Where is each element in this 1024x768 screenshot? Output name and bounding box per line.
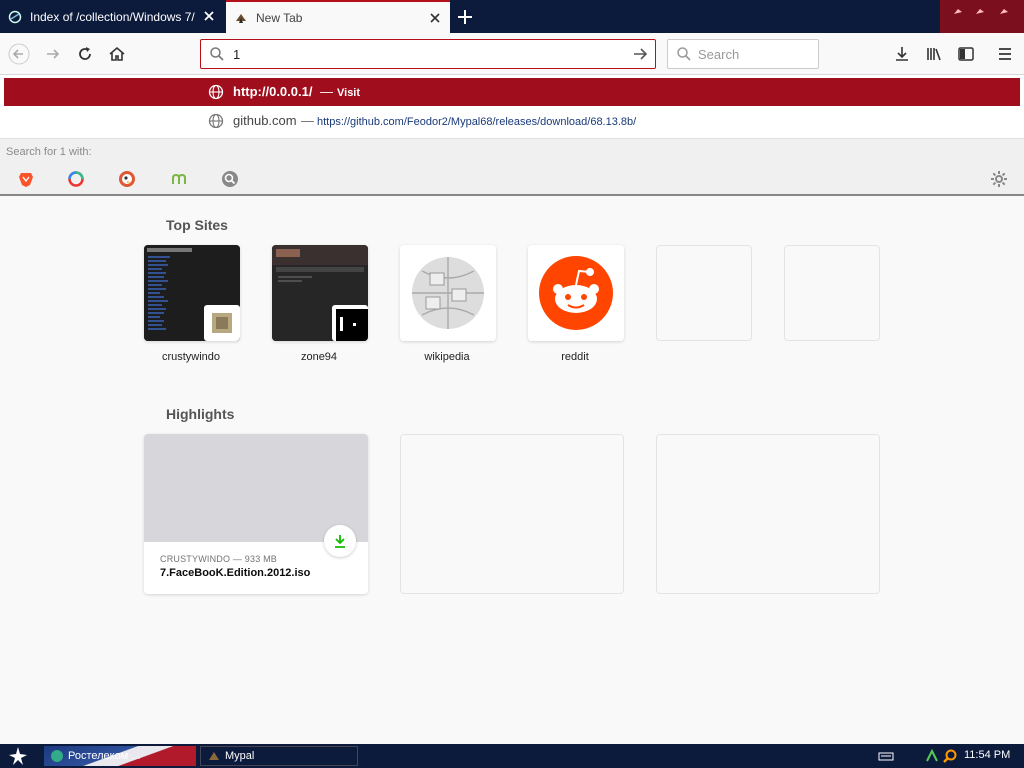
top-site-label: crustywindo — [161, 351, 221, 363]
search-settings-gear-icon[interactable] — [990, 170, 1008, 188]
mojeek-search-button[interactable] — [169, 169, 189, 189]
close-tab-icon[interactable] — [202, 9, 216, 23]
url-input[interactable] — [233, 44, 623, 64]
search-icon — [677, 47, 691, 61]
downloads-button[interactable] — [889, 41, 915, 67]
task-label: Ростелеком ... — [68, 750, 141, 762]
new-tab-page: Top Sites crustywindo zone94 wikipedia r… — [0, 198, 1024, 744]
top-site-label: wikipedia — [424, 351, 470, 363]
task-label: Mypal — [225, 750, 255, 762]
taskbar-item-mypal[interactable]: Mypal — [200, 746, 358, 766]
tab-title: Index of /collection/Windows 7/ — [30, 9, 195, 24]
back-button[interactable] — [6, 41, 32, 67]
app-icon — [51, 750, 63, 762]
mojeek-icon — [172, 173, 186, 184]
suggestion-row[interactable]: http://0.0.0.1/ — Visit — [4, 78, 1020, 106]
network-icon[interactable] — [924, 748, 940, 764]
search-engine-icon — [222, 171, 238, 187]
reload-icon — [79, 47, 91, 60]
forward-arrow-icon — [47, 49, 60, 59]
search-icon — [210, 47, 224, 61]
top-sites-heading: Top Sites — [166, 217, 228, 233]
tab-title: New Tab — [256, 10, 303, 25]
globe-icon — [208, 113, 224, 129]
crustywindo-thumbnail — [144, 245, 240, 341]
top-site-tile-crustywindo[interactable] — [144, 245, 240, 341]
search-tray-icon[interactable] — [942, 748, 958, 764]
duckduckgo-icon — [119, 171, 135, 187]
forward-button[interactable] — [40, 41, 66, 67]
clock: 11:54 PM — [964, 749, 1011, 761]
hamburger-menu-icon — [999, 48, 1011, 60]
top-site-placeholder — [784, 245, 880, 341]
highlight-placeholder — [656, 434, 880, 594]
taskbar-item[interactable]: Ростелеком ... — [44, 746, 196, 766]
url-suggestions-popup: http://0.0.0.1/ — Visit github.com — htt… — [0, 75, 1024, 196]
suggestion-title: github.com — [233, 113, 297, 128]
duckduckgo-search-button[interactable] — [117, 169, 137, 189]
generic-search-button[interactable] — [220, 169, 240, 189]
new-tab-button[interactable] — [454, 6, 476, 28]
suggestion-row[interactable]: github.com — https://github.com/Feodor2/… — [4, 108, 1020, 134]
suggestion-action: Visit — [337, 87, 361, 99]
back-arrow-icon — [8, 43, 30, 65]
highlight-placeholder — [400, 434, 624, 594]
brave-search-button[interactable] — [16, 169, 36, 189]
tab-new-tab[interactable]: New Tab — [226, 0, 450, 33]
wikipedia-icon — [400, 245, 496, 341]
download-icon — [335, 535, 345, 548]
tab-index-collection[interactable]: Index of /collection/Windows 7/ — [0, 0, 224, 33]
close-tab-icon[interactable] — [428, 11, 442, 25]
brave-icon — [19, 173, 33, 187]
top-site-label: zone94 — [300, 351, 338, 363]
qwant-search-button[interactable] — [66, 169, 86, 189]
library-button[interactable] — [921, 41, 947, 67]
minimize-icon[interactable] — [952, 6, 964, 18]
start-button[interactable] — [4, 746, 32, 766]
top-site-tile-zone94[interactable] — [272, 245, 368, 341]
qwant-icon — [68, 171, 84, 187]
close-window-icon[interactable] — [998, 6, 1010, 18]
navigation-toolbar — [0, 33, 1024, 75]
home-button[interactable] — [104, 41, 130, 67]
top-site-placeholder — [656, 245, 752, 341]
one-off-search-bar: Search for 1 with: — [0, 138, 1024, 194]
star-logo-icon — [9, 747, 27, 765]
suggestion-url: https://github.com/Feodor2/Mypal68/relea… — [317, 116, 637, 128]
download-badge — [324, 525, 356, 557]
globe-icon — [208, 84, 224, 100]
tab-strip: Index of /collection/Windows 7/ New Tab — [0, 0, 1024, 33]
taskbar: Ростелеком ... Mypal 11:54 PM — [0, 744, 1024, 768]
library-icon — [927, 48, 941, 61]
menu-button[interactable] — [992, 41, 1018, 67]
download-icon — [896, 47, 908, 61]
url-bar[interactable] — [200, 39, 656, 69]
highlight-meta: CRUSTYWINDO — 933 MB — [160, 554, 278, 564]
suggestion-title: http://0.0.0.1/ — [233, 84, 313, 99]
go-arrow-icon[interactable] — [631, 45, 649, 63]
sidebar-button[interactable] — [953, 41, 979, 67]
mypal-icon — [209, 752, 219, 760]
zone94-thumbnail — [272, 245, 368, 341]
reddit-icon — [528, 245, 624, 341]
sidebar-icon — [958, 47, 974, 61]
suggestion-separator: — — [320, 84, 333, 99]
top-site-tile-wikipedia[interactable] — [400, 245, 496, 341]
top-site-label: reddit — [561, 351, 589, 363]
highlights-heading: Highlights — [166, 406, 235, 422]
search-with-hint: Search for 1 with: — [6, 146, 92, 158]
highlight-card[interactable]: CRUSTYWINDO — 933 MB 7.FaceBooK.Edition.… — [144, 434, 368, 594]
maximize-icon[interactable] — [974, 6, 986, 18]
search-bar[interactable] — [667, 39, 819, 69]
home-icon — [109, 46, 125, 61]
search-input[interactable] — [698, 45, 808, 63]
page-icon — [8, 10, 22, 23]
reload-button[interactable] — [72, 41, 98, 67]
mypal-icon — [236, 13, 246, 23]
highlight-title: 7.FaceBooK.Edition.2012.iso — [160, 567, 311, 579]
window-controls — [940, 0, 1024, 33]
top-site-tile-reddit[interactable] — [528, 245, 624, 341]
keyboard-icon[interactable] — [878, 748, 894, 764]
suggestion-separator: — — [301, 113, 314, 128]
